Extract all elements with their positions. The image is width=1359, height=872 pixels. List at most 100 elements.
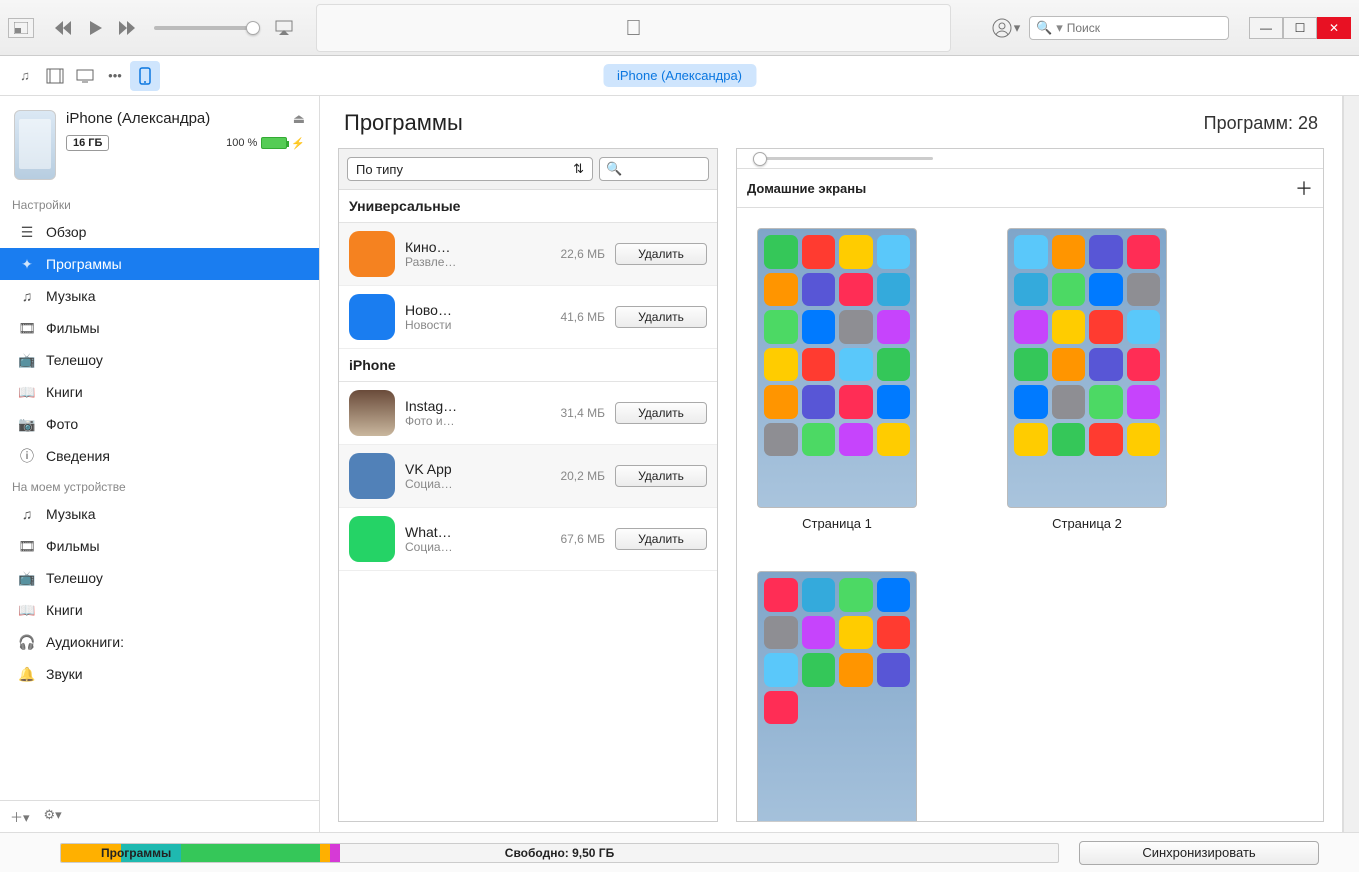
bottom-bar: ПрограммыСвободно: 9,50 ГБ Синхронизиров… xyxy=(0,832,1359,872)
apps-search-box[interactable]: 🔍 xyxy=(599,157,709,181)
airplay-button[interactable] xyxy=(272,16,296,40)
gear-button[interactable]: ⚙▾ xyxy=(44,807,62,826)
search-icon: 🔍 xyxy=(1036,20,1052,36)
movies-icon: 🎞 xyxy=(18,319,36,337)
chevron-updown-icon: ⇅ xyxy=(573,161,584,177)
miniplayer-button[interactable] xyxy=(8,18,34,38)
window-maximize-button[interactable]: ☐ xyxy=(1283,17,1317,39)
eject-icon[interactable]: ⏏ xyxy=(293,111,305,127)
previous-track-button[interactable] xyxy=(48,13,78,43)
app-size: 20,2 МБ xyxy=(549,469,605,483)
tvshows-tab[interactable] xyxy=(70,61,100,91)
app-name: What… xyxy=(405,524,539,540)
home-app-icon xyxy=(1052,235,1086,269)
search-input[interactable] xyxy=(1067,21,1222,35)
sidebar-item-label: Фото xyxy=(46,416,78,432)
home-screens-panel: Домашние экраны ＋ Страница 1 Страница 2 xyxy=(736,148,1324,822)
home-app-icon xyxy=(839,653,873,687)
sidebar-item-label: Сведения xyxy=(46,448,110,464)
device-pill[interactable]: iPhone (Александра) xyxy=(603,64,756,87)
home-app-icon xyxy=(1014,385,1048,419)
apps-list: УниверсальныеКино…Развле…22,6 МБУдалитьН… xyxy=(339,190,717,821)
nav-dev-tvshows[interactable]: 📺Телешоу xyxy=(0,562,319,594)
nav-music[interactable]: ♫Музыка xyxy=(0,280,319,312)
app-row[interactable]: Ново…Новости41,6 МБУдалить xyxy=(339,286,717,349)
home-app-icon xyxy=(764,653,798,687)
search-icon: 🔍 xyxy=(606,161,622,177)
home-app-icon xyxy=(764,578,798,612)
play-button[interactable] xyxy=(80,13,110,43)
nav-dev-music[interactable]: ♫Музыка xyxy=(0,498,319,530)
account-button[interactable]: ▾ xyxy=(991,13,1021,43)
sort-select[interactable]: По типу ⇅ xyxy=(347,157,593,181)
home-screen-page[interactable]: Страница 2 xyxy=(1007,228,1167,531)
nav-dev-movies[interactable]: 🎞Фильмы xyxy=(0,530,319,562)
add-button[interactable]: ＋▾ xyxy=(10,807,30,826)
home-app-icon xyxy=(764,691,798,725)
home-app-icon xyxy=(1014,423,1048,457)
sidebar-item-label: Музыка xyxy=(46,288,96,304)
app-icon xyxy=(349,453,395,499)
capacity-segment xyxy=(330,844,340,862)
home-app-icon xyxy=(764,423,798,457)
app-row[interactable]: VK AppСоциа…20,2 МБУдалить xyxy=(339,445,717,508)
nav-info[interactable]: ⓘ Сведения xyxy=(0,440,319,472)
nav-books[interactable]: 📖Книги xyxy=(0,376,319,408)
remove-button[interactable]: Удалить xyxy=(615,465,707,487)
home-app-icon xyxy=(839,235,873,269)
add-screen-button[interactable]: ＋ xyxy=(1295,175,1313,201)
nav-photos[interactable]: 📷Фото xyxy=(0,408,319,440)
remove-button[interactable]: Удалить xyxy=(615,402,707,424)
more-tab[interactable]: ••• xyxy=(100,61,130,91)
apps-search-input[interactable] xyxy=(622,162,702,177)
device-tab[interactable] xyxy=(130,61,160,91)
nav-movies[interactable]: 🎞Фильмы xyxy=(0,312,319,344)
now-playing-display:  xyxy=(316,4,951,52)
sidebar-item-label: Телешоу xyxy=(46,352,103,368)
home-app-icon xyxy=(802,348,836,382)
app-count: Программ: 28 xyxy=(1204,113,1318,134)
volume-slider[interactable] xyxy=(154,26,254,30)
app-row[interactable]: Кино…Развле…22,6 МБУдалить xyxy=(339,223,717,286)
apple-logo-icon:  xyxy=(625,15,642,41)
sidebar-item-label: Телешоу xyxy=(46,570,103,586)
screen-label: Страница 1 xyxy=(802,516,872,531)
home-screen-page[interactable] xyxy=(757,571,917,821)
info-icon: ⓘ xyxy=(18,447,36,465)
nav-apps[interactable]: ✦Программы xyxy=(0,248,319,280)
nav-dev-tones[interactable]: 🔔Звуки xyxy=(0,658,319,690)
home-app-icon xyxy=(802,653,836,687)
app-row[interactable]: Instag…Фото и…31,4 МБУдалить xyxy=(339,382,717,445)
app-icon xyxy=(349,516,395,562)
capacity-segment xyxy=(181,844,321,862)
capacity-apps-label: Программы xyxy=(101,844,171,862)
home-screens-title: Домашние экраны xyxy=(747,181,866,196)
window-minimize-button[interactable]: — xyxy=(1249,17,1283,39)
movies-tab[interactable] xyxy=(40,61,70,91)
nav-tvshows[interactable]: 📺Телешоу xyxy=(0,344,319,376)
sidebar-item-label: Книги xyxy=(46,602,83,618)
home-app-icon xyxy=(1052,385,1086,419)
app-icon xyxy=(349,231,395,277)
home-screen-page[interactable]: Страница 1 xyxy=(757,228,917,531)
search-box[interactable]: 🔍▾ xyxy=(1029,16,1229,40)
music-tab[interactable]: ♫ xyxy=(10,61,40,91)
capacity-bar[interactable]: ПрограммыСвободно: 9,50 ГБ xyxy=(60,843,1059,863)
app-row[interactable]: What…Социа…67,6 МБУдалить xyxy=(339,508,717,571)
capacity-segment xyxy=(320,844,330,862)
remove-button[interactable]: Удалить xyxy=(615,243,707,265)
remove-button[interactable]: Удалить xyxy=(615,306,707,328)
window-close-button[interactable]: ✕ xyxy=(1317,17,1351,39)
ondevice-section-header: На моем устройстве xyxy=(0,472,319,498)
zoom-slider[interactable] xyxy=(753,157,933,160)
vertical-scrollbar[interactable] xyxy=(1343,96,1359,832)
next-track-button[interactable] xyxy=(112,13,142,43)
app-size: 67,6 МБ xyxy=(549,532,605,546)
sync-button[interactable]: Синхронизировать xyxy=(1079,841,1319,865)
nav-dev-books[interactable]: 📖Книги xyxy=(0,594,319,626)
home-app-icon xyxy=(877,235,911,269)
home-app-icon xyxy=(1089,348,1123,382)
nav-overview[interactable]: ☰Обзор xyxy=(0,216,319,248)
nav-dev-audiobooks[interactable]: 🎧Аудиокниги: xyxy=(0,626,319,658)
remove-button[interactable]: Удалить xyxy=(615,528,707,550)
